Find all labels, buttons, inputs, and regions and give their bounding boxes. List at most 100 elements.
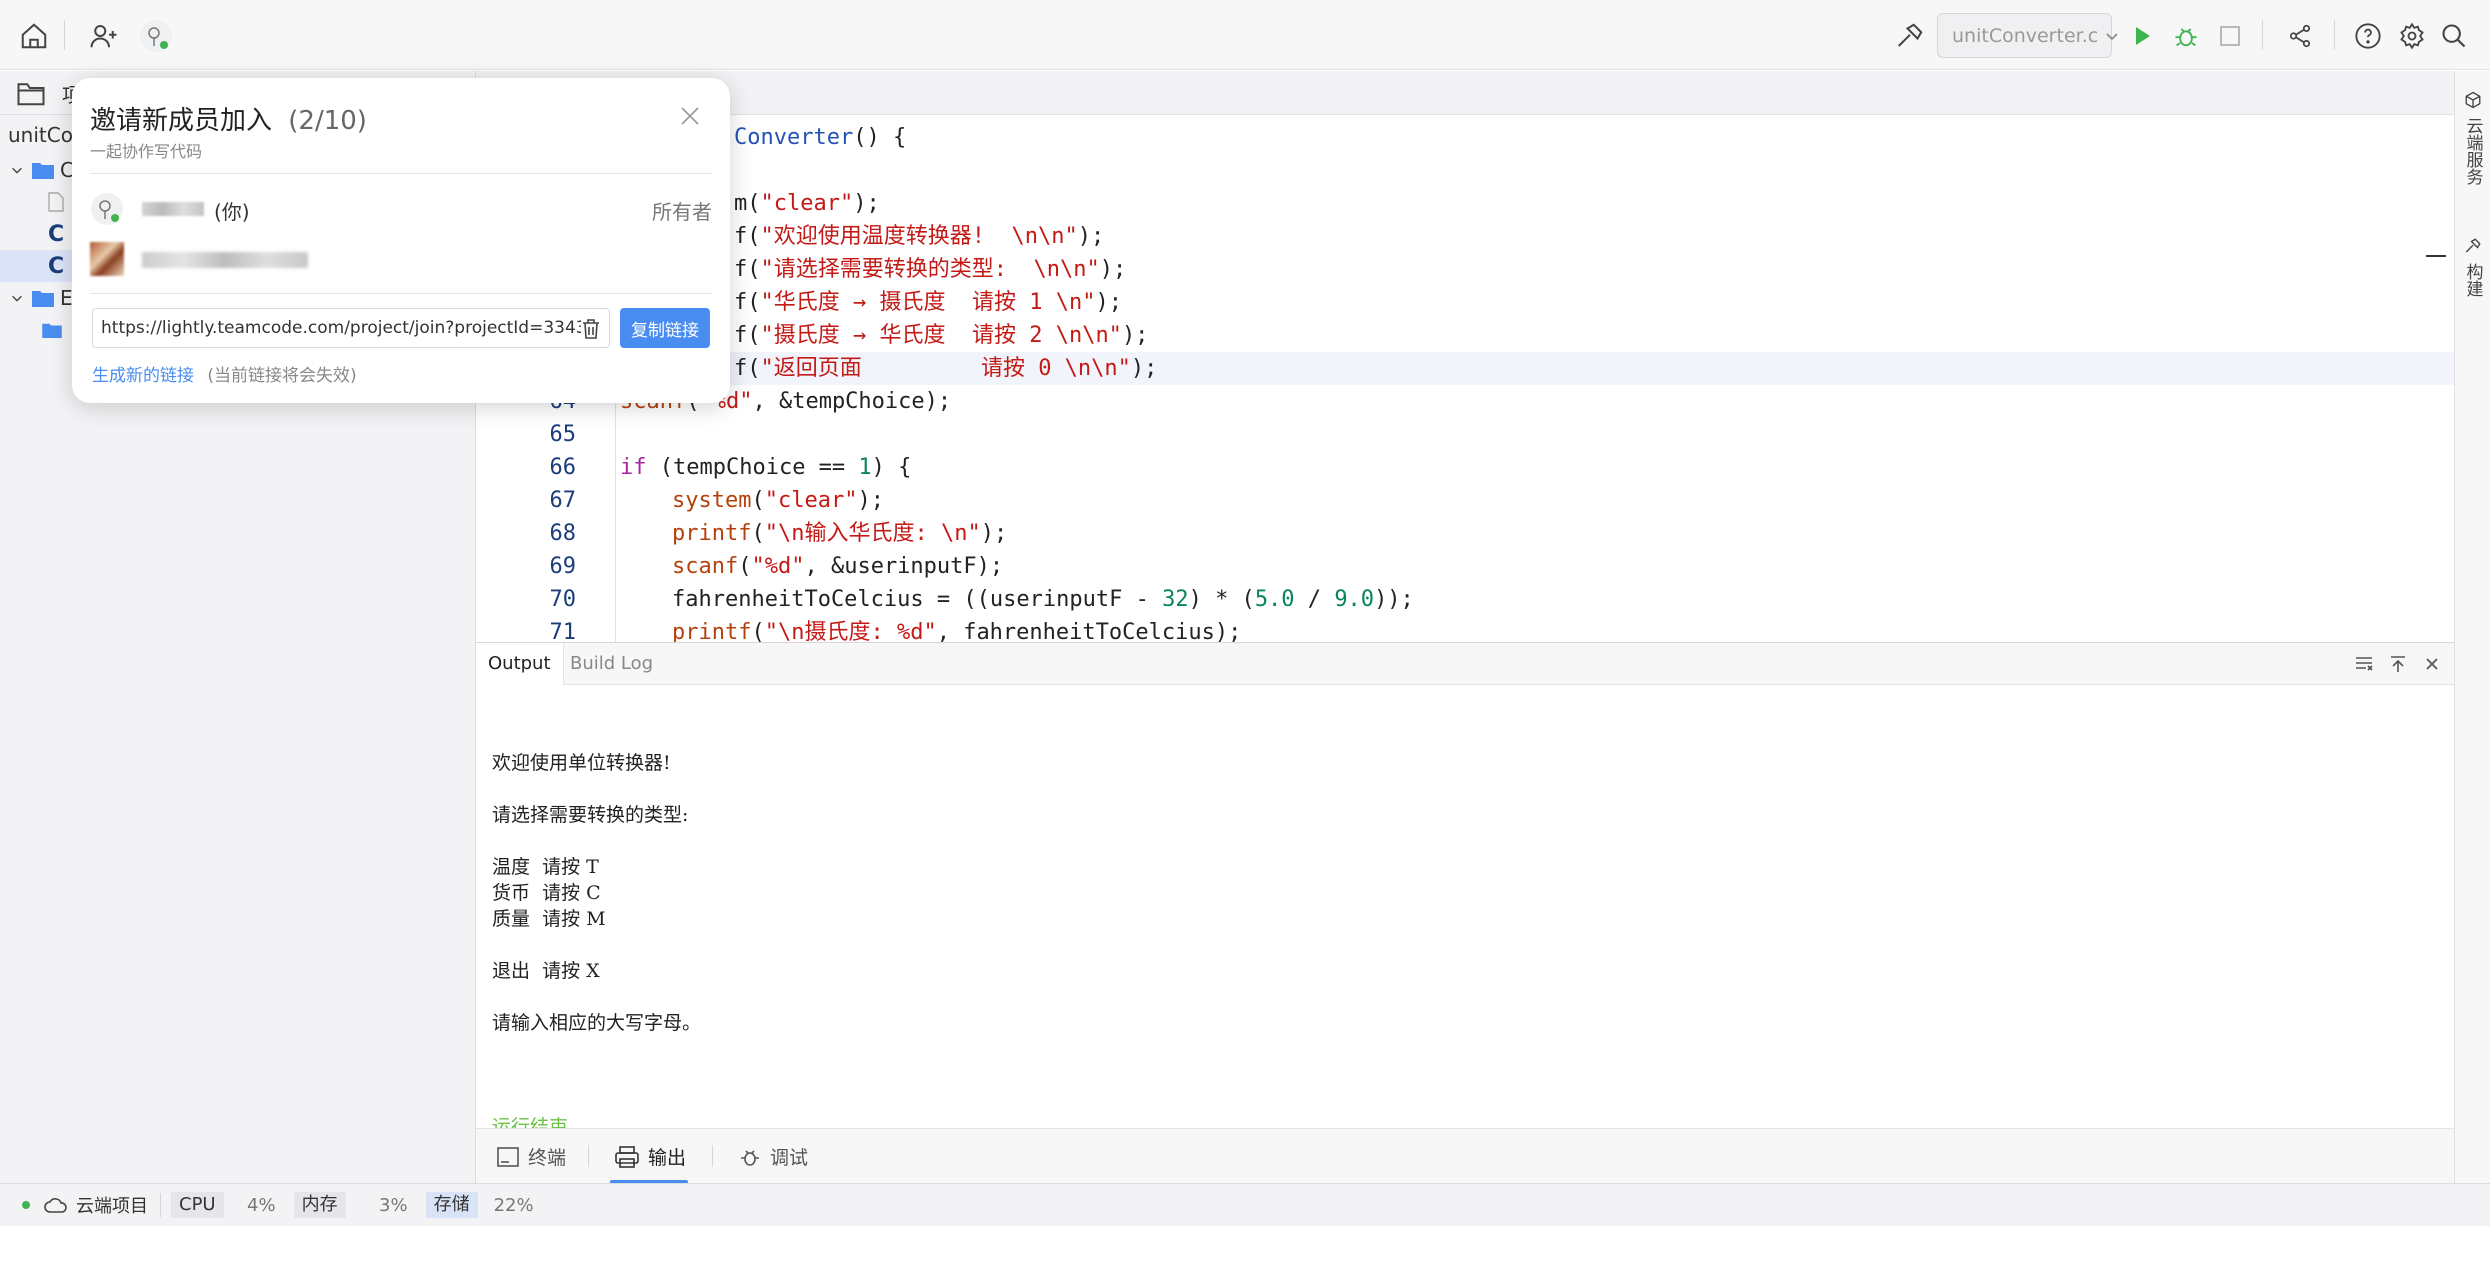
code-text: printf("\n摄氏度: %d", fahrenheitToCelcius)… — [672, 620, 1242, 642]
cpu-stat: CPU 4% — [171, 1192, 284, 1218]
line-number: 70 — [549, 587, 577, 612]
clear-output-icon[interactable] — [2354, 654, 2374, 674]
cpu-label: CPU — [171, 1192, 224, 1218]
stop-icon[interactable] — [2212, 18, 2248, 54]
you-label: (你) — [214, 200, 250, 224]
copy-link-button[interactable]: 复制链接 — [620, 308, 710, 348]
regenerate-note: (当前链接将会失效) — [207, 366, 357, 386]
mem-label: 内存 — [293, 1192, 346, 1218]
folder-icon — [42, 322, 62, 338]
hammer-icon — [2464, 237, 2482, 255]
folder-icon[interactable] — [16, 79, 46, 107]
tab-terminal[interactable]: 终端 — [496, 1129, 566, 1184]
code-line[interactable]: f("请选择需要转换的类型: \n\n"); — [476, 253, 2454, 286]
help-icon[interactable] — [2350, 18, 2386, 54]
disk-value: 22% — [493, 1194, 534, 1216]
regenerate-link-button[interactable]: 生成新的链接 — [92, 366, 194, 386]
code-text: f("摄氏度 → 华氏度 请按 2 \n\n"); — [734, 323, 1149, 348]
avatar-icon[interactable] — [138, 18, 174, 54]
code-text: f("返回页面 请按 0 \n\n"); — [734, 356, 1158, 381]
tab-output-bottom[interactable]: 输出 — [610, 1129, 688, 1184]
c-file-icon: C — [48, 253, 65, 279]
file-selector[interactable]: unitConverter.c — [1937, 13, 2118, 58]
code-line[interactable]: f("返回页面 请按 0 \n\n"); — [476, 352, 2454, 385]
regenerate-link-row: 生成新的链接 (当前链接将会失效) — [92, 361, 357, 386]
close-icon[interactable] — [678, 104, 702, 128]
cube-icon — [2464, 91, 2482, 109]
code-text: f("欢迎使用温度转换器! \n\n"); — [734, 224, 1105, 249]
cloud-service-tab[interactable]: 云端服务 — [2455, 85, 2490, 191]
add-user-icon[interactable] — [86, 18, 122, 54]
editor-tab-bar — [476, 71, 2454, 115]
code-line[interactable]: 70 fahrenheitToCelcius = ((userinputF - 3… — [476, 583, 2454, 616]
code-line[interactable] — [476, 154, 2454, 187]
hammer-icon[interactable] — [1892, 18, 1928, 54]
close-panel-icon[interactable] — [2422, 654, 2442, 674]
code-text: f("请选择需要转换的类型: \n\n"); — [734, 257, 1127, 282]
scroll-marker — [2426, 255, 2446, 257]
tab-debug[interactable]: 调试 — [738, 1129, 808, 1184]
code-line[interactable]: f("摄氏度 → 华氏度 请按 2 \n\n"); — [476, 319, 2454, 352]
mem-stat: 内存 3% — [293, 1192, 416, 1218]
code-line[interactable]: f("华氏度 → 摄氏度 请按 1 \n"); — [476, 286, 2454, 319]
code-line[interactable]: 66 if (tempChoice == 1) { — [476, 451, 2454, 484]
project-type[interactable]: 云端项目 — [76, 1192, 148, 1218]
trash-icon[interactable] — [581, 318, 601, 340]
code-line[interactable]: 71 printf("\n摄氏度: %d", fahrenheitToCelciu… — [476, 616, 2454, 642]
line-number: 65 — [549, 422, 577, 447]
file-icon — [48, 192, 64, 212]
code-text: f("华氏度 → 摄氏度 请按 1 \n"); — [734, 290, 1122, 315]
cpu-value: 4% — [247, 1194, 276, 1216]
disk-label: 存储 — [425, 1192, 478, 1218]
terminal-icon — [496, 1146, 520, 1168]
code-line[interactable]: 65 — [476, 418, 2454, 451]
c-file-icon: C — [48, 221, 65, 247]
code-line[interactable]: 67 system("clear"); — [476, 484, 2454, 517]
code-line[interactable]: m("clear"); — [476, 187, 2454, 220]
code-line[interactable]: 68 printf("\n输入华氏度: \n"); — [476, 517, 2454, 550]
line-number: 71 — [549, 620, 577, 642]
bug-icon — [738, 1145, 762, 1169]
member-row — [90, 240, 712, 278]
code-line[interactable]: f("欢迎使用温度转换器! \n\n"); — [476, 220, 2454, 253]
invite-title: 邀请新成员加入 (2/10) — [90, 100, 367, 137]
tree-row-label: E — [60, 286, 73, 310]
home-icon[interactable] — [16, 18, 52, 54]
folder-icon — [32, 289, 54, 307]
output-panel: Output Build Log 欢迎使用单位转换器! 请选择需要转换的类型: … — [476, 642, 2454, 1218]
chevron-down-icon — [2104, 28, 2120, 44]
avatar — [90, 242, 124, 276]
maximize-panel-icon[interactable] — [2388, 654, 2408, 674]
build-tab[interactable]: 构建 — [2455, 231, 2490, 303]
debug-icon[interactable] — [2168, 18, 2204, 54]
output-text: 欢迎使用单位转换器! 请选择需要转换的类型: 温度 请按 T 货币 请按 C 质… — [492, 752, 702, 1034]
tab-output[interactable]: Output — [476, 643, 564, 685]
build-label: 构建 — [2462, 263, 2483, 297]
tab-debug-label: 调试 — [770, 1147, 809, 1169]
code-line[interactable]: 64scanf("%d", &tempChoice); — [476, 385, 2454, 418]
line-number: 66 — [549, 455, 577, 480]
search-icon[interactable] — [2436, 18, 2472, 54]
settings-icon[interactable] — [2394, 18, 2430, 54]
tab-build-log[interactable]: Build Log — [558, 643, 665, 685]
folder-icon — [32, 161, 54, 179]
run-icon[interactable] — [2124, 18, 2160, 54]
file-selector-label: unitConverter.c — [1952, 24, 2099, 47]
owner-label: 所有者 — [652, 200, 712, 224]
code-line[interactable]: Converter() { — [476, 121, 2454, 154]
bottom-tab-bar: 终端 输出 调试 — [476, 1128, 2454, 1184]
invite-subtitle: 一起协作写代码 — [90, 142, 203, 161]
code-line[interactable]: 69 scanf("%d", &userinputF); — [476, 550, 2454, 583]
line-number: 68 — [549, 521, 577, 546]
code-editor[interactable]: Converter() { m("clear"); f("欢迎使用温度转换器! \n… — [476, 115, 2454, 642]
mem-value: 3% — [379, 1194, 408, 1216]
cloud-icon — [44, 1196, 68, 1214]
blurred-username — [142, 252, 308, 268]
member-count: (2/10) — [288, 106, 367, 136]
printer-icon — [614, 1145, 640, 1169]
code-text: fahrenheitToCelcius = ((userinputF - 32)… — [672, 587, 1414, 612]
tab-output-label: 输出 — [648, 1147, 687, 1169]
share-icon[interactable] — [2282, 18, 2318, 54]
invite-link-field[interactable]: https://lightly.teamcode.com/project/joi… — [92, 308, 610, 348]
tab-terminal-label: 终端 — [528, 1147, 567, 1169]
